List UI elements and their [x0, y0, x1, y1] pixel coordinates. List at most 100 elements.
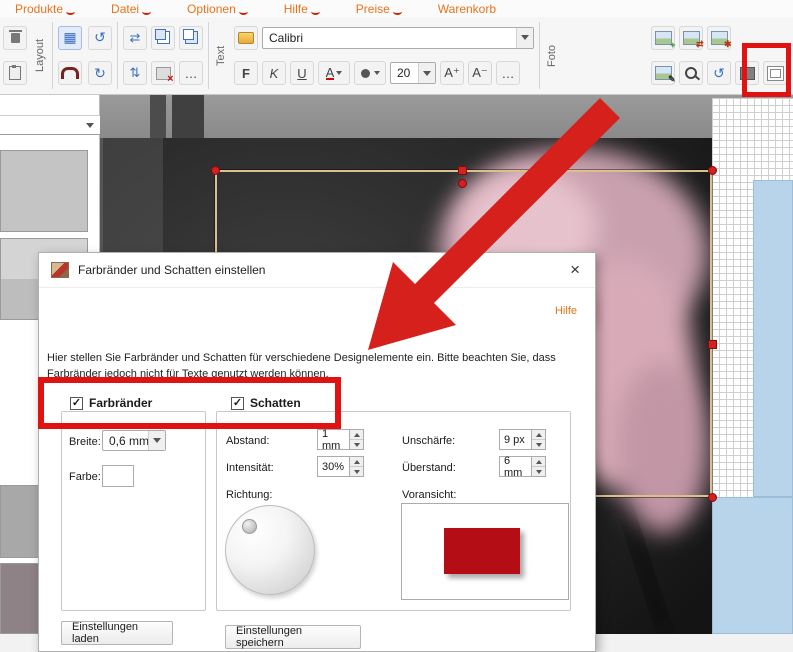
selection-handle-right-middle[interactable] [708, 340, 717, 349]
farbe-label: Farbe: [69, 471, 101, 483]
reset-photo-button[interactable]: ↺ [707, 61, 731, 85]
increase-font-button[interactable]: A⁺ [440, 61, 464, 85]
selection-handle-top-middle[interactable] [458, 166, 467, 175]
paste-button[interactable] [3, 61, 27, 85]
combo-dropdown-button[interactable] [418, 63, 435, 83]
add-photo-button[interactable]: + [651, 26, 675, 50]
italic-button[interactable]: K [262, 61, 286, 85]
menu-item-datei[interactable]: Datei [111, 2, 151, 16]
edit-photo-icon: ✎ [655, 66, 672, 80]
snap-group: ▦ [55, 17, 85, 94]
font-color-button[interactable]: A [318, 61, 350, 85]
unschaerfe-spinner[interactable]: 9 px [499, 429, 546, 450]
plus-badge-icon: + [670, 40, 675, 50]
intensitaet-spinner[interactable]: 30% [317, 456, 364, 477]
bold-button[interactable]: F [234, 61, 258, 85]
breite-label: Breite: [69, 436, 101, 448]
text-style-button[interactable] [234, 26, 258, 50]
page-thumbnail[interactable] [0, 150, 88, 232]
menu-item-hilfe[interactable]: Hilfe [284, 2, 320, 16]
flip-vertical-button[interactable]: ⇅ [123, 61, 147, 85]
magnet-snap-button[interactable] [58, 61, 82, 85]
selection-handle-top-right[interactable] [708, 166, 717, 175]
font-family-value: Calibri [263, 28, 516, 48]
underline-button[interactable]: U [290, 61, 314, 85]
combo-dropdown-button[interactable] [148, 431, 165, 450]
rotate-right-button[interactable]: ↻ [88, 61, 112, 85]
load-settings-button[interactable]: Einstellungen laden [61, 621, 173, 645]
fill-color-button[interactable] [354, 61, 386, 85]
menu-accent-mark [311, 8, 320, 15]
spinner-up-button[interactable] [532, 457, 545, 466]
layout-more-button[interactable]: … [179, 61, 203, 85]
rotate-left-button[interactable]: ↺ [88, 26, 112, 50]
selection-handle-bottom-right[interactable] [708, 493, 717, 502]
flip-horizontal-button[interactable]: ⇄ [123, 26, 147, 50]
abstand-spinner[interactable]: 1 mm [317, 429, 364, 450]
dialog-title-bar[interactable]: Farbränder und Schatten einstellen × [39, 253, 595, 288]
farbe-color-swatch[interactable] [102, 465, 134, 487]
send-backward-button[interactable] [179, 26, 203, 50]
edit-photo-button[interactable]: ✎ [651, 61, 675, 85]
selection-handle-top-left[interactable] [211, 166, 220, 175]
chevron-down-icon [336, 71, 342, 75]
breite-combo[interactable]: 0,6 mm [102, 430, 166, 451]
intensitaet-value: 30% [317, 456, 350, 477]
chevron-up-icon [536, 433, 542, 437]
increase-font-icon: A⁺ [444, 65, 460, 81]
font-family-combo[interactable]: Calibri [262, 27, 534, 49]
text-more-button[interactable]: … [496, 61, 520, 85]
rotate-handle[interactable] [458, 179, 467, 188]
text-section-label: Text [214, 17, 228, 94]
page-select-dropdown[interactable] [0, 115, 100, 135]
dial-knob[interactable] [242, 519, 257, 534]
dialog-title: Farbränder und Schatten einstellen [78, 263, 265, 277]
shadow-preview-box [401, 503, 569, 600]
chevron-down-icon [354, 470, 360, 474]
bring-forward-button[interactable] [151, 26, 175, 50]
grid-icon: ▦ [63, 29, 76, 46]
menu-label: Warenkorb [438, 2, 496, 16]
swap-photo-button[interactable]: ⇄ [679, 26, 703, 50]
save-settings-button[interactable]: Einstellungen speichern [225, 625, 361, 649]
spinner-down-button[interactable] [350, 439, 363, 449]
spinner-down-button[interactable] [350, 466, 363, 476]
pencil-badge-icon: ✎ [668, 74, 676, 85]
ellipsis-icon: … [185, 66, 198, 81]
ueberstand-spinner[interactable]: 6 mm [499, 456, 546, 477]
font-size-combo[interactable]: 20 [390, 62, 436, 84]
photo-placeholder[interactable] [753, 180, 793, 497]
photo-effects-button[interactable]: ✱ [707, 26, 731, 50]
chevron-down-icon [536, 443, 542, 447]
swap-badge-icon: ⇄ [696, 39, 704, 50]
spinner-up-button[interactable] [350, 430, 363, 439]
close-button[interactable]: × [567, 262, 583, 278]
menu-bar: Produkte Datei Optionen Hilfe Preise War… [0, 0, 793, 17]
help-link[interactable]: Hilfe [555, 305, 577, 317]
layout-section-label: Layout [33, 17, 47, 94]
menu-item-warenkorb[interactable]: Warenkorb [438, 2, 496, 16]
zoom-photo-button[interactable] [679, 61, 703, 85]
abstand-value: 1 mm [317, 429, 350, 450]
menu-item-preise[interactable]: Preise [356, 2, 402, 16]
italic-icon: K [270, 66, 279, 81]
richtung-dial[interactable] [225, 505, 315, 595]
menu-item-optionen[interactable]: Optionen [187, 2, 248, 16]
clipboard-icon [9, 66, 21, 80]
grid-toggle-button[interactable]: ▦ [58, 26, 82, 50]
photo-placeholder[interactable] [712, 497, 793, 634]
main-toolbar: Layout ▦ ↺ ↻ ⇄ ⇅ … Text Calibri F [0, 17, 793, 95]
chevron-down-icon [86, 123, 94, 128]
ueberstand-value: 6 mm [499, 456, 532, 477]
delete-button[interactable] [3, 26, 27, 50]
combo-dropdown-button[interactable] [516, 28, 533, 48]
spinner-down-button[interactable] [532, 439, 545, 449]
menu-item-produkte[interactable]: Produkte [15, 2, 75, 16]
toolbar-separator [117, 22, 118, 89]
spinner-down-button[interactable] [532, 466, 545, 476]
font-color-icon: A [326, 67, 335, 80]
spinner-up-button[interactable] [532, 430, 545, 439]
remove-image-button[interactable] [151, 61, 175, 85]
decrease-font-button[interactable]: A⁻ [468, 61, 492, 85]
spinner-up-button[interactable] [350, 457, 363, 466]
